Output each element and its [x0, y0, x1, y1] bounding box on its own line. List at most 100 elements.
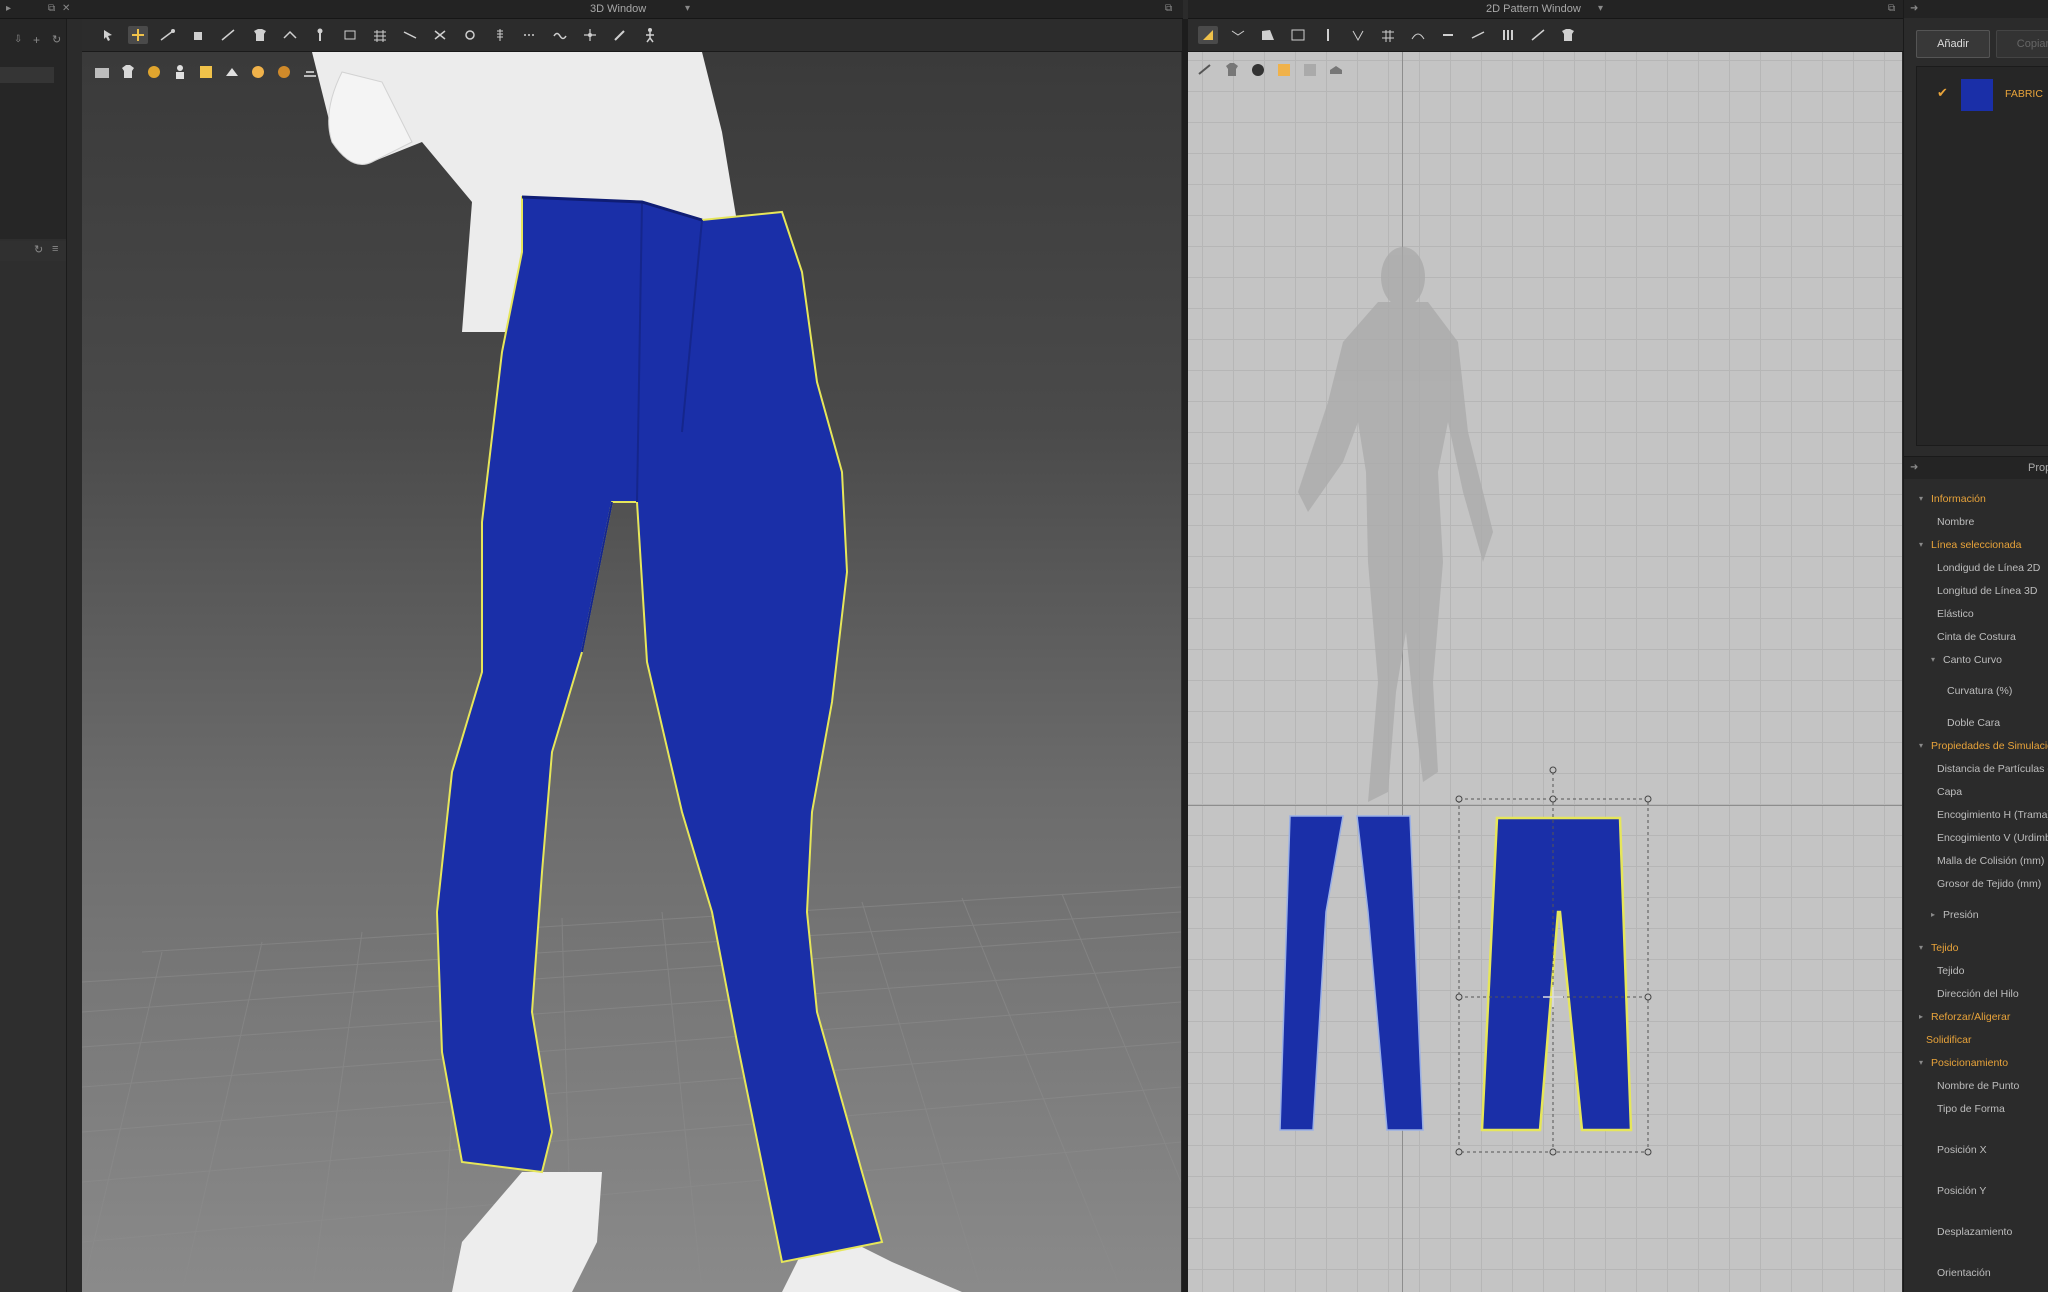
measure-tool-icon[interactable]	[1528, 26, 1548, 44]
grid-tool-icon[interactable]	[1378, 26, 1398, 44]
checkmark-icon: ✔	[1937, 85, 1948, 100]
sewing-tool-icon[interactable]	[1468, 26, 1488, 44]
property-label: Desplazamiento	[1937, 1226, 2013, 1238]
viewport-2d-pattern[interactable]	[1188, 52, 1902, 1292]
property-label: Encogimiento H (Trama)	[1937, 809, 2048, 821]
property-list: ▾ Información Nombre ▾ Línea seleccionada Lon…	[1904, 480, 2048, 1292]
move-tool-icon[interactable]	[128, 26, 148, 44]
fabric-panel-header: ➜	[1904, 0, 2048, 18]
zipper-tool-icon[interactable]	[490, 26, 510, 44]
chevron-down-icon[interactable]: ▾	[1919, 741, 1923, 750]
window-2d-dropdown-icon[interactable]: ▾	[1598, 3, 1603, 14]
property-label: Propiedades de Simulación	[1931, 740, 2048, 752]
fabric-list-item[interactable]: ✔ FABRIC	[1917, 77, 2048, 111]
property-label: Dirección del Hilo	[1937, 988, 2019, 1000]
arrange-tool-icon[interactable]	[340, 26, 360, 44]
garment-pants-3d[interactable]	[82, 52, 1181, 1292]
list-view-icon[interactable]: ≡	[52, 243, 58, 255]
property-label: Información	[1931, 493, 1986, 505]
refresh-icon[interactable]: ↻	[52, 33, 61, 46]
grid-tool-icon[interactable]	[370, 26, 390, 44]
window-3d-title: 3D Window	[590, 3, 647, 15]
property-label: Solidificar	[1926, 1034, 1972, 1046]
rectangle-tool-icon[interactable]	[1288, 26, 1308, 44]
property-label: Tipo de Forma	[1937, 1103, 2005, 1115]
right-side-panel: ➜ Añadir Copiar ✔ FABRIC ➜ Prop ▾ Informa…	[1903, 0, 2048, 1292]
float-icon[interactable]: ⧉	[1888, 3, 1895, 14]
brush-tool-icon[interactable]	[610, 26, 630, 44]
tack-tool-icon[interactable]	[188, 26, 208, 44]
line-tool-icon[interactable]	[400, 26, 420, 44]
fold-tool-icon[interactable]	[1498, 26, 1518, 44]
property-label: Doble Cara	[1947, 717, 2001, 729]
property-label: Tejido	[1931, 942, 1959, 954]
garment-tool-icon[interactable]	[1558, 26, 1578, 44]
edit-point-tool-icon[interactable]	[1228, 26, 1248, 44]
left-side-panel: ⇩ + ↻ ↻ ≡	[0, 19, 67, 1292]
toolbar-3d	[82, 19, 1182, 52]
measure-tool-icon[interactable]	[218, 26, 238, 44]
puckering-tool-icon[interactable]	[550, 26, 570, 44]
transform-tool-icon[interactable]	[580, 26, 600, 44]
pattern-pieces[interactable]	[1188, 52, 1902, 1292]
property-label: Longitud de Línea 3D	[1937, 585, 2038, 597]
chevron-down-icon[interactable]: ▾	[1919, 943, 1923, 952]
window-2d-title: 2D Pattern Window	[1486, 3, 1581, 15]
fabric-list: ✔ FABRIC	[1916, 66, 2048, 446]
select-tool-icon[interactable]	[98, 26, 118, 44]
toolbar-2d	[1188, 19, 1903, 52]
pin-tool-icon[interactable]	[1318, 26, 1338, 44]
button-tool-icon[interactable]	[460, 26, 480, 44]
dart-tool-icon[interactable]	[1348, 26, 1368, 44]
close-icon[interactable]: ✕	[62, 3, 70, 14]
topstitch-tool-icon[interactable]	[520, 26, 540, 44]
chevron-down-icon[interactable]: ▾	[1919, 494, 1923, 503]
fold-tool-icon[interactable]	[280, 26, 300, 44]
pattern-piece-back[interactable]	[1279, 815, 1424, 1131]
chevron-down-icon[interactable]: ▾	[1931, 655, 1935, 664]
add-fabric-button[interactable]: Añadir	[1916, 30, 1990, 58]
window-2d-titlebar: 2D Pattern Window ▾ ⧉	[1188, 0, 1903, 19]
chevron-right-icon[interactable]: ▸	[1931, 910, 1935, 919]
seam-tool-icon[interactable]	[1408, 26, 1428, 44]
left-list-item[interactable]	[0, 67, 54, 83]
edit-point-tool-icon[interactable]	[158, 26, 178, 44]
refresh-icon[interactable]: ↻	[34, 243, 43, 256]
fabric-swatch	[1961, 79, 1993, 111]
property-label: Malla de Colisión (mm)	[1937, 855, 2045, 867]
left-panel-top: ⇩ + ↻	[0, 19, 66, 239]
float-icon[interactable]: ⧉	[48, 3, 55, 14]
pin-tool-icon[interactable]	[310, 26, 330, 44]
property-label: Orientación	[1937, 1267, 1991, 1279]
property-label: Grosor de Tejido (mm)	[1937, 878, 2042, 890]
property-label: Nombre de Punto	[1937, 1080, 2020, 1092]
property-label: Presión	[1943, 909, 1979, 921]
property-label: Distancia de Partículas (	[1937, 763, 2048, 775]
polygon-tool-icon[interactable]	[1258, 26, 1278, 44]
trace-tool-icon[interactable]	[1438, 26, 1458, 44]
add-icon[interactable]: +	[33, 33, 40, 47]
pattern-piece-front-selected[interactable]	[1480, 816, 1633, 1132]
transform-pattern-tool-icon[interactable]	[1198, 26, 1218, 44]
property-label: Londigud de Línea 2D	[1937, 562, 2041, 574]
property-label: Encogimiento V (Urdimbr	[1937, 832, 2048, 844]
cut-tool-icon[interactable]	[430, 26, 450, 44]
panel-pin-icon[interactable]: ➜	[1910, 3, 1918, 14]
property-editor-header: ➜ Prop	[1904, 456, 2048, 479]
chevron-right-icon[interactable]: ▸	[1919, 1012, 1923, 1021]
chevron-down-icon[interactable]: ▾	[1919, 1058, 1923, 1067]
garment-tool-icon[interactable]	[250, 26, 270, 44]
property-label: Posicionamiento	[1931, 1057, 2009, 1069]
avatar-pose-tool-icon[interactable]	[640, 26, 660, 44]
window-3d-dropdown-icon[interactable]: ▾	[685, 3, 690, 14]
panel-pin-icon[interactable]: ➜	[1910, 462, 1918, 473]
property-label: Línea seleccionada	[1931, 539, 2022, 551]
chevron-down-icon[interactable]: ▾	[1919, 540, 1923, 549]
viewport-3d[interactable]	[82, 52, 1181, 1292]
property-label: Cinta de Costura	[1937, 631, 2016, 643]
import-icon[interactable]: ⇩	[14, 34, 22, 45]
property-label: Elástico	[1937, 608, 1974, 620]
panel-menu-icon[interactable]: ▸	[6, 3, 11, 14]
copy-fabric-button[interactable]: Copiar	[1996, 30, 2048, 58]
float-icon[interactable]: ⧉	[1165, 3, 1172, 14]
